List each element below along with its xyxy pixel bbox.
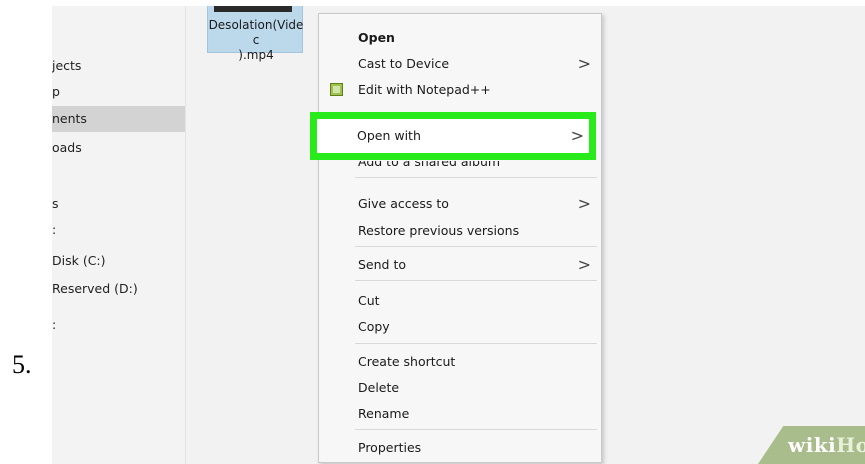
notepadpp-icon bbox=[330, 83, 343, 96]
navigation-pane: jects p nents oads s : Disk (C:) Reserve… bbox=[52, 6, 186, 464]
chevron-right-icon: > bbox=[577, 54, 591, 73]
menu-item-label: Properties bbox=[358, 440, 422, 455]
nav-item-desktop[interactable]: p bbox=[52, 79, 185, 105]
menu-item-label: Delete bbox=[358, 380, 400, 395]
step-number: 5. bbox=[12, 350, 32, 379]
menu-item-label: Send to bbox=[358, 257, 407, 272]
menu-item-rename[interactable]: Rename bbox=[319, 401, 601, 427]
menu-item-label: Cut bbox=[358, 293, 380, 308]
nav-item-documents[interactable]: nents bbox=[52, 106, 185, 132]
context-menu: Open Cast to Device > Edit with Notepad+… bbox=[318, 13, 602, 463]
menu-item-label: Rename bbox=[358, 406, 410, 421]
menu-item-label: Open with bbox=[357, 128, 421, 143]
menu-separator bbox=[355, 246, 597, 247]
menu-item-restore-previous-versions[interactable]: Restore previous versions bbox=[319, 218, 601, 244]
nav-item-videos[interactable]: : bbox=[52, 217, 185, 243]
menu-separator bbox=[355, 177, 597, 178]
file-name-line2: ).mp4 bbox=[238, 48, 274, 62]
menu-separator bbox=[355, 429, 597, 430]
menu-item-label: Give access to bbox=[358, 196, 449, 211]
menu-item-copy[interactable]: Copy bbox=[319, 314, 601, 340]
file-name-line1: Desolation(Videc bbox=[208, 18, 304, 47]
wikihow-logo: wikiHow bbox=[788, 433, 865, 457]
chevron-right-icon: > bbox=[577, 194, 591, 213]
menu-item-add-to-shared-album-partial[interactable]: Add to a shared album bbox=[358, 161, 500, 170]
menu-item-label: Open bbox=[358, 30, 395, 45]
chevron-right-icon: > bbox=[570, 126, 584, 145]
menu-item-label: Copy bbox=[358, 319, 390, 334]
menu-item-label: Cast to Device bbox=[358, 56, 450, 71]
nav-item-reserved-d[interactable]: Reserved (D:) bbox=[52, 276, 185, 302]
explorer-screenshot: jects p nents oads s : Disk (C:) Reserve… bbox=[52, 6, 865, 464]
nav-item-drive[interactable]: : bbox=[52, 312, 185, 338]
chevron-right-icon: > bbox=[577, 255, 591, 274]
menu-item-label: Edit with Notepad++ bbox=[358, 82, 491, 97]
menu-item-label: Restore previous versions bbox=[358, 223, 520, 238]
menu-item-cut[interactable]: Cut bbox=[319, 288, 601, 314]
menu-item-label: Create shortcut bbox=[358, 354, 456, 369]
video-thumbnail bbox=[214, 6, 292, 12]
menu-item-open[interactable]: Open bbox=[319, 25, 601, 51]
menu-item-send-to[interactable]: Send to > bbox=[319, 252, 601, 278]
file-name: Desolation(Videc ).mp4 bbox=[208, 18, 304, 63]
menu-separator bbox=[355, 280, 597, 281]
nav-item-pictures[interactable]: s bbox=[52, 191, 185, 217]
menu-separator bbox=[355, 343, 597, 344]
menu-item-create-shortcut[interactable]: Create shortcut bbox=[319, 349, 601, 375]
menu-item-open-with[interactable]: Open with > bbox=[310, 112, 596, 160]
menu-item-delete[interactable]: Delete bbox=[319, 375, 601, 401]
nav-item-downloads[interactable]: oads bbox=[52, 135, 185, 161]
nav-item-projects[interactable]: jects bbox=[52, 53, 185, 79]
file-item-selected[interactable]: Desolation(Videc ).mp4 bbox=[207, 6, 303, 62]
nav-item-local-disk-c[interactable]: Disk (C:) bbox=[52, 248, 185, 274]
menu-item-cast-to-device[interactable]: Cast to Device > bbox=[319, 51, 601, 77]
menu-item-edit-with-notepadpp[interactable]: Edit with Notepad++ bbox=[319, 77, 601, 103]
menu-item-give-access-to[interactable]: Give access to > bbox=[319, 191, 601, 217]
menu-item-properties[interactable]: Properties bbox=[319, 435, 601, 461]
